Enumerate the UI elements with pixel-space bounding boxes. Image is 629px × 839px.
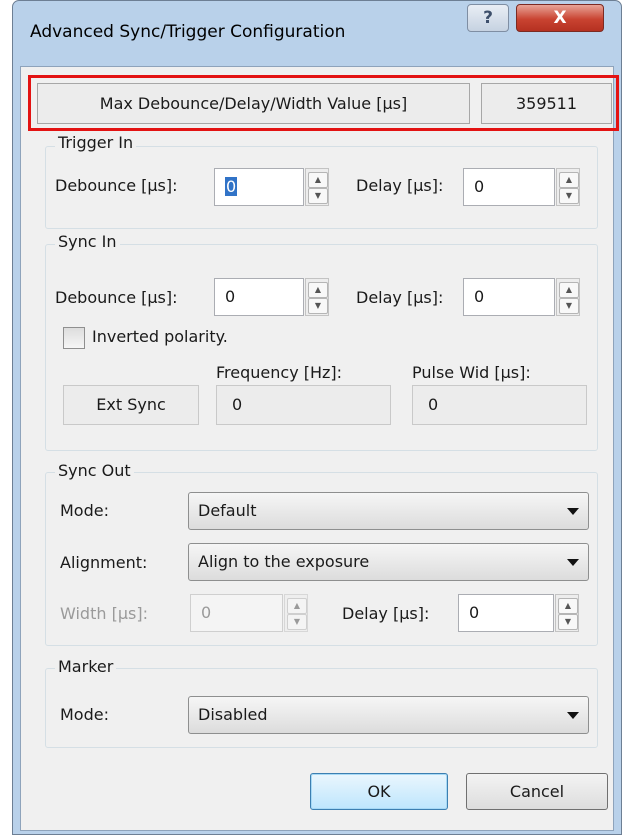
sync-out-delay-input[interactable]: 0 bbox=[458, 594, 554, 632]
trigger-delay-input[interactable]: 0 bbox=[463, 168, 555, 206]
ok-button[interactable]: OK bbox=[310, 773, 448, 810]
trigger-delay-spinner[interactable]: ▲ ▼ bbox=[556, 168, 580, 206]
marker-mode-select[interactable]: Disabled bbox=[188, 696, 589, 734]
spin-down-arrow-icon[interactable]: ▼ bbox=[559, 188, 579, 204]
trigger-in-title: Trigger In bbox=[55, 133, 137, 152]
frequency-readout: 0 bbox=[216, 385, 391, 425]
highlight-box bbox=[28, 75, 619, 131]
window-title: Advanced Sync/Trigger Configuration bbox=[30, 22, 346, 42]
frequency-label: Frequency [Hz]: bbox=[216, 363, 343, 382]
inverted-polarity-label: Inverted polarity. bbox=[92, 327, 228, 346]
dropdown-arrow-icon bbox=[567, 712, 579, 719]
sync-delay-spinner[interactable]: ▲ ▼ bbox=[556, 278, 580, 316]
pulse-width-label: Pulse Wid [µs]: bbox=[412, 363, 531, 382]
pulse-width-readout: 0 bbox=[412, 385, 587, 425]
spin-up-arrow-icon[interactable]: ▲ bbox=[287, 598, 307, 614]
sync-out-title: Sync Out bbox=[55, 461, 134, 480]
sync-debounce-label: Debounce [µs]: bbox=[55, 288, 178, 307]
alignment-label: Alignment: bbox=[60, 553, 148, 572]
sync-debounce-spinner[interactable]: ▲ ▼ bbox=[305, 278, 329, 316]
alignment-value: Align to the exposure bbox=[198, 552, 370, 571]
sync-out-width-input[interactable]: 0 bbox=[190, 594, 283, 632]
cancel-button[interactable]: Cancel bbox=[466, 773, 608, 810]
trigger-debounce-input[interactable]: 0 bbox=[214, 168, 304, 206]
dropdown-arrow-icon bbox=[567, 508, 579, 515]
inverted-polarity-checkbox[interactable] bbox=[63, 327, 85, 349]
marker-title: Marker bbox=[55, 657, 117, 676]
marker-mode-label: Mode: bbox=[60, 705, 109, 724]
spin-up-arrow-icon[interactable]: ▲ bbox=[559, 282, 579, 298]
spin-up-arrow-icon[interactable]: ▲ bbox=[308, 282, 328, 298]
spin-down-arrow-icon[interactable]: ▼ bbox=[559, 298, 579, 314]
help-button[interactable]: ? bbox=[467, 4, 509, 32]
trigger-debounce-value: 0 bbox=[225, 177, 238, 196]
spin-down-arrow-icon[interactable]: ▼ bbox=[558, 614, 578, 630]
trigger-debounce-label: Debounce [µs]: bbox=[55, 176, 178, 195]
sync-delay-label: Delay [µs]: bbox=[356, 288, 444, 307]
sync-out-mode-value: Default bbox=[198, 501, 257, 520]
ext-sync-box: Ext Sync bbox=[63, 385, 199, 425]
sync-out-delay-label: Delay [µs]: bbox=[342, 604, 430, 623]
sync-out-delay-spinner[interactable]: ▲ ▼ bbox=[555, 594, 579, 632]
dropdown-arrow-icon bbox=[567, 559, 579, 566]
sync-debounce-input[interactable]: 0 bbox=[214, 278, 304, 316]
trigger-debounce-spinner[interactable]: ▲ ▼ bbox=[305, 168, 329, 206]
spin-down-arrow-icon[interactable]: ▼ bbox=[308, 298, 328, 314]
spin-down-arrow-icon[interactable]: ▼ bbox=[308, 188, 328, 204]
sync-delay-input[interactable]: 0 bbox=[463, 278, 555, 316]
sync-out-mode-label: Mode: bbox=[60, 501, 109, 520]
spin-up-arrow-icon[interactable]: ▲ bbox=[558, 598, 578, 614]
sync-in-title: Sync In bbox=[55, 232, 120, 251]
sync-out-mode-select[interactable]: Default bbox=[188, 492, 589, 530]
spin-up-arrow-icon[interactable]: ▲ bbox=[308, 172, 328, 188]
close-button[interactable]: X bbox=[516, 4, 604, 32]
sync-out-width-spinner[interactable]: ▲ ▼ bbox=[284, 594, 308, 632]
marker-mode-value: Disabled bbox=[198, 705, 268, 724]
spin-down-arrow-icon[interactable]: ▼ bbox=[287, 614, 307, 630]
trigger-delay-label: Delay [µs]: bbox=[356, 176, 444, 195]
alignment-select[interactable]: Align to the exposure bbox=[188, 543, 589, 581]
spin-up-arrow-icon[interactable]: ▲ bbox=[559, 172, 579, 188]
sync-out-width-label: Width [µs]: bbox=[60, 604, 148, 623]
